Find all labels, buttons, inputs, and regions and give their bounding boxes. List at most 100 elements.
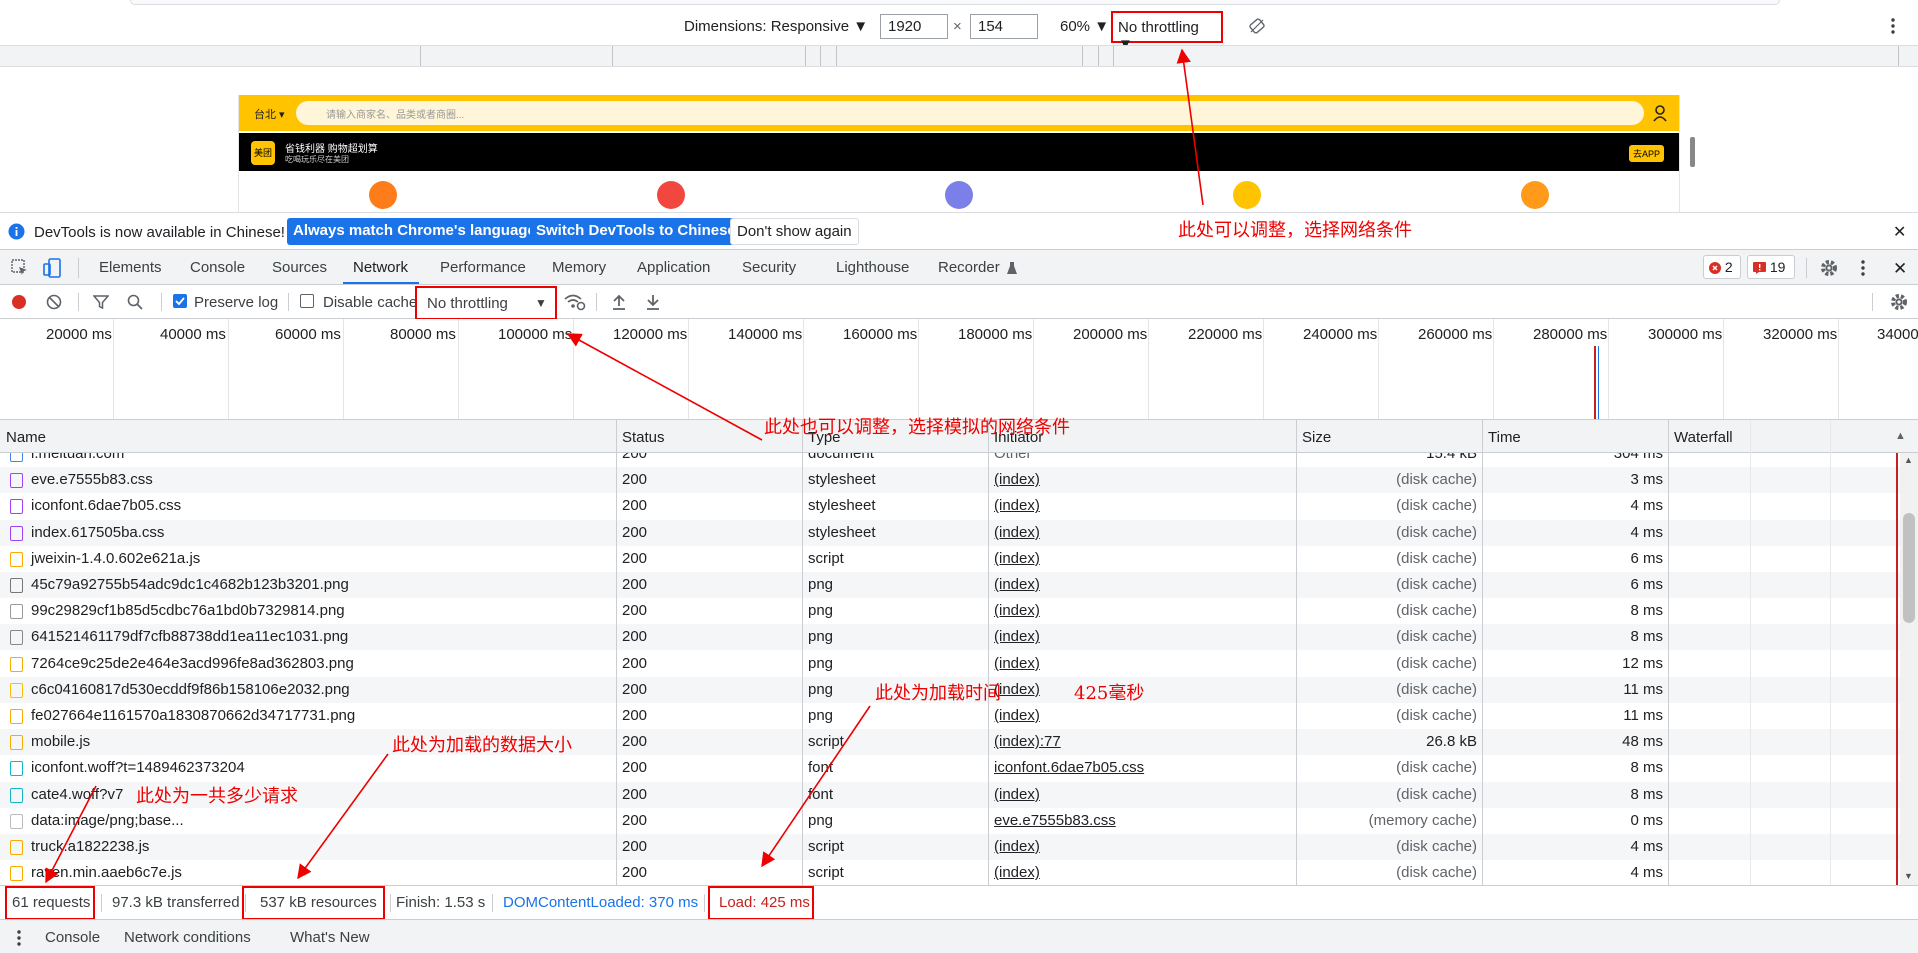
filter-icon[interactable] <box>93 294 109 310</box>
request-initiator[interactable]: (index) <box>994 576 1040 593</box>
table-row[interactable]: index.617505ba.css 200 stylesheet (index) (d… <box>0 519 1900 546</box>
request-initiator[interactable]: (index) <box>994 707 1040 724</box>
open-app-button[interactable]: 去APP <box>1629 145 1665 162</box>
dimensions-select[interactable]: Dimensions: Responsive ▼ <box>684 18 868 35</box>
request-status: 200 <box>622 549 648 567</box>
network-conditions-icon[interactable] <box>564 293 586 311</box>
drawer-tab-whats-new[interactable]: What's New <box>290 929 370 946</box>
network-throttling-select[interactable]: No throttling ▼ <box>415 286 557 320</box>
hotel-category-icon[interactable] <box>945 181 973 209</box>
column-name[interactable]: Name <box>6 429 46 446</box>
request-initiator[interactable]: (index) <box>994 471 1040 488</box>
search-icon[interactable] <box>127 294 143 310</box>
request-initiator[interactable]: (index) <box>994 864 1040 881</box>
user-icon[interactable] <box>1652 104 1668 122</box>
media-query-ruler[interactable] <box>0 45 1918 67</box>
drawer-tab-network-conditions[interactable]: Network conditions <box>124 929 251 946</box>
dont-show-again-button[interactable]: Don't show again <box>730 218 859 245</box>
device-height-input[interactable]: 154 <box>970 14 1038 39</box>
sort-arrow-icon[interactable]: ▲ <box>1895 430 1906 442</box>
table-row[interactable]: 99c29829cf1b85d5cdbc76a1bd0b7329814.png 2… <box>0 598 1900 625</box>
request-initiator[interactable]: iconfont.6dae7b05.css <box>994 759 1144 776</box>
meituan-search-input[interactable]: 请输入商家名、品类或者商圈... <box>296 101 1644 125</box>
always-match-language-button[interactable]: Always match Chrome's language <box>287 218 542 245</box>
record-icon[interactable] <box>11 294 27 310</box>
column-size[interactable]: Size <box>1302 429 1331 446</box>
request-initiator[interactable]: (index) <box>994 838 1040 855</box>
request-initiator[interactable]: (index) <box>994 655 1040 672</box>
issues-counter[interactable]: 19 <box>1747 255 1795 279</box>
table-row[interactable]: 45c79a92755b54adc9dc1c4682b123b3201.png 2… <box>0 572 1900 598</box>
tab-application[interactable]: Application <box>637 259 710 276</box>
column-status[interactable]: Status <box>622 429 665 446</box>
device-toolbar-icon[interactable] <box>43 258 61 278</box>
tab-memory[interactable]: Memory <box>552 259 606 276</box>
table-row[interactable]: mobile.js 200 script (index):77 26.8 kB 48 ms <box>0 729 1900 756</box>
viewport-resize-handle[interactable] <box>1690 137 1695 167</box>
network-overview-timeline[interactable]: 20000 ms 40000 ms 60000 ms 80000 ms 1000… <box>0 319 1918 420</box>
table-row[interactable]: iconfont.woff?t=1489462373204 200 font icon… <box>0 755 1900 782</box>
table-row[interactable]: raven.min.aaeb6c7e.js 200 script (index) (di… <box>0 860 1900 885</box>
request-initiator[interactable]: (index) <box>994 550 1040 567</box>
table-row[interactable]: iconfont.6dae7b05.css 200 stylesheet (index… <box>0 493 1900 520</box>
city-select[interactable]: 台北 ▾ <box>254 106 285 122</box>
drawer-tab-console[interactable]: Console <box>45 929 100 946</box>
column-time[interactable]: Time <box>1488 429 1521 446</box>
takeout-category-icon[interactable] <box>657 181 685 209</box>
more-options-icon[interactable] <box>1890 17 1896 35</box>
preserve-log-checkbox[interactable] <box>173 294 187 308</box>
request-initiator[interactable]: (index) <box>994 497 1040 514</box>
request-initiator[interactable]: eve.e7555b83.css <box>994 812 1116 829</box>
travel-category-icon[interactable] <box>1521 181 1549 209</box>
tab-security[interactable]: Security <box>742 259 796 276</box>
rotate-icon[interactable] <box>1248 17 1266 35</box>
clear-icon[interactable] <box>46 294 62 310</box>
request-initiator[interactable]: Other <box>994 453 1032 462</box>
request-initiator[interactable]: (index) <box>994 602 1040 619</box>
table-row[interactable]: 7264ce9c25de2e464e3acd996fe8ad362803.png… <box>0 650 1900 677</box>
error-counter[interactable]: 2 <box>1703 255 1741 279</box>
table-row[interactable]: truck.a1822238.js 200 script (index) (disk c… <box>0 834 1900 860</box>
export-har-icon[interactable] <box>645 293 661 311</box>
request-time: 4 ms <box>1630 523 1663 541</box>
disable-cache-label[interactable]: Disable cache <box>323 294 417 311</box>
device-width-input[interactable]: 1920 <box>880 14 948 39</box>
tab-network[interactable]: Network <box>353 259 408 276</box>
request-initiator[interactable]: (index) <box>994 786 1040 803</box>
table-row[interactable]: data:image/png;base... 200 png eve.e7555b83… <box>0 807 1900 834</box>
close-icon[interactable]: ✕ <box>1893 222 1906 242</box>
request-initiator[interactable]: (index):77 <box>994 733 1061 750</box>
request-name: raven.min.aaeb6c7e.js <box>31 864 182 882</box>
tab-sources[interactable]: Sources <box>272 259 327 276</box>
tab-lighthouse[interactable]: Lighthouse <box>836 259 909 276</box>
tab-performance[interactable]: Performance <box>440 259 526 276</box>
devtools-menu-icon[interactable] <box>1860 259 1866 277</box>
close-devtools-icon[interactable]: ✕ <box>1893 259 1907 279</box>
settings-gear-icon[interactable] <box>1820 259 1838 277</box>
table-row[interactable]: jweixin-1.4.0.602e621a.js 200 script (index… <box>0 545 1900 572</box>
drawer-menu-icon[interactable] <box>16 929 22 947</box>
tab-elements[interactable]: Elements <box>99 259 162 276</box>
disable-cache-checkbox[interactable] <box>300 294 314 308</box>
scrollbar-thumb[interactable] <box>1903 513 1915 623</box>
column-waterfall[interactable]: Waterfall <box>1674 429 1733 446</box>
table-row[interactable]: 641521461179df7cfb88738dd1ea11ec1031.png… <box>0 624 1900 651</box>
request-initiator[interactable]: (index) <box>994 628 1040 645</box>
food-category-icon[interactable] <box>369 181 397 209</box>
table-row[interactable]: fe027664e1161570a1830870662d34717731.png… <box>0 703 1900 729</box>
network-settings-gear-icon[interactable] <box>1890 293 1908 311</box>
tab-recorder[interactable]: Recorder <box>938 259 1000 276</box>
tab-console[interactable]: Console <box>190 259 245 276</box>
entertainment-category-icon[interactable] <box>1233 181 1261 209</box>
table-scrollbar[interactable]: ▲ ▼ <box>1900 453 1918 885</box>
preserve-log-label[interactable]: Preserve log <box>194 294 278 311</box>
import-har-icon[interactable] <box>611 293 627 311</box>
device-throttling-select[interactable]: No throttling ▼ <box>1111 11 1223 53</box>
table-row[interactable]: eve.e7555b83.css 200 stylesheet (index) (dis… <box>0 467 1900 494</box>
inspect-element-icon[interactable] <box>11 259 29 277</box>
table-row[interactable]: i.meituan.com 200 document Other 15.4 kB 304 … <box>0 453 1900 467</box>
window-top-strip <box>130 0 1780 5</box>
zoom-select[interactable]: 60% ▼ <box>1060 18 1109 35</box>
request-initiator[interactable]: (index) <box>994 524 1040 541</box>
switch-to-chinese-button[interactable]: Switch DevTools to Chinese <box>530 218 742 245</box>
